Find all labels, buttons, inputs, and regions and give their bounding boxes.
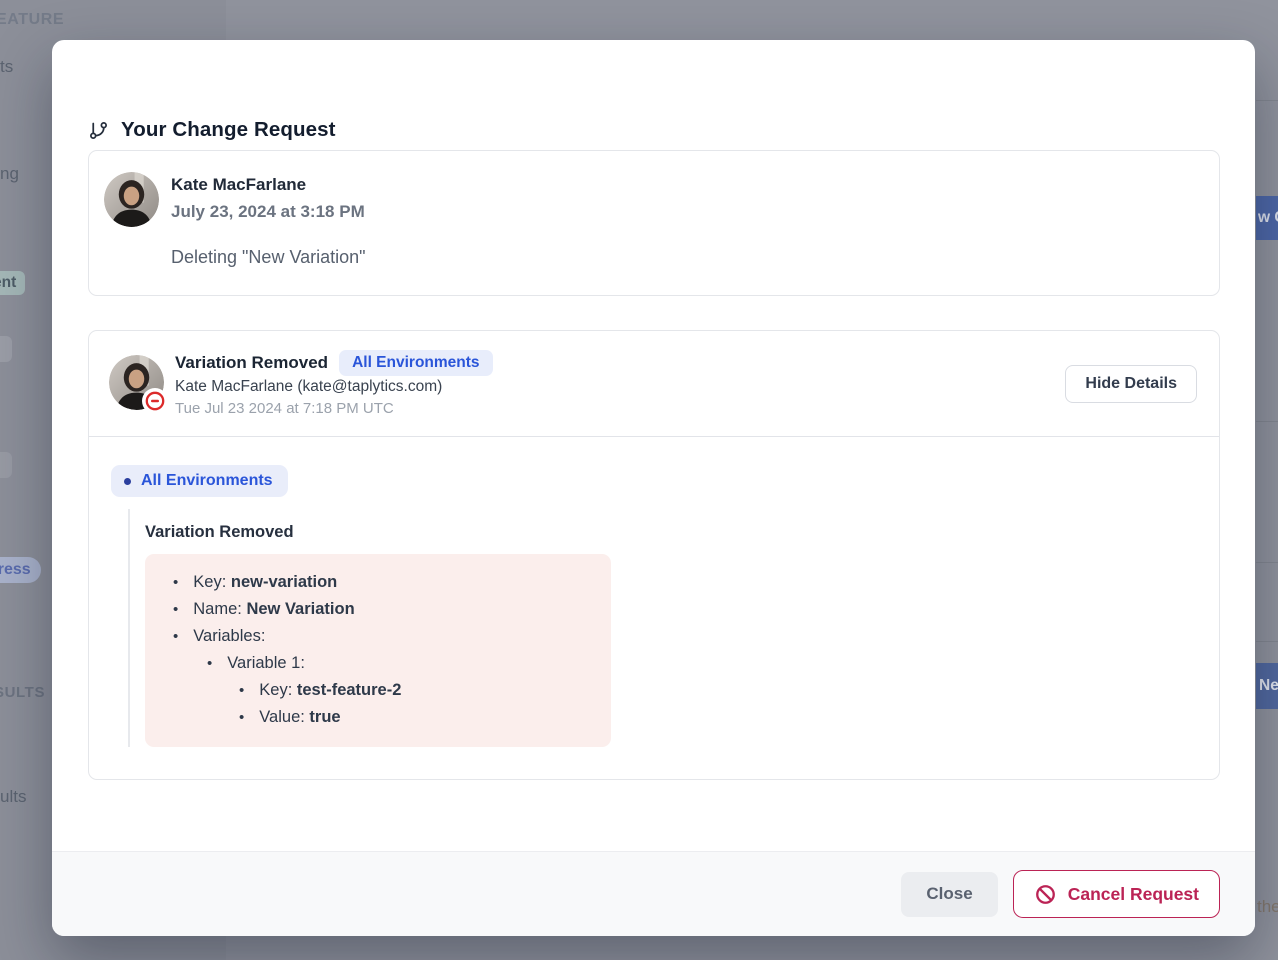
background-nav-item: ts bbox=[0, 57, 13, 77]
change-card-header: Variation Removed All Environments Kate … bbox=[89, 331, 1219, 437]
avatar-with-badge bbox=[109, 355, 164, 410]
environment-badge: All Environments bbox=[339, 350, 492, 376]
detail-list-item: •Variable 1: bbox=[157, 650, 591, 677]
change-indent-block: Variation Removed •Key: new-variation•Na… bbox=[128, 509, 611, 747]
modal-footer: Close Cancel Request bbox=[52, 851, 1255, 936]
detail-list-item: •Name: New Variation bbox=[157, 596, 591, 623]
background-results-label: SULTS bbox=[0, 684, 45, 701]
change-title: Variation Removed bbox=[175, 353, 328, 373]
hide-details-button[interactable]: Hide Details bbox=[1065, 365, 1197, 403]
background-text-fragment: the bbox=[1257, 897, 1278, 917]
git-branch-icon bbox=[88, 120, 109, 141]
request-summary-card: Kate MacFarlane July 23, 2024 at 3:18 PM… bbox=[88, 150, 1220, 296]
background-divider bbox=[1256, 641, 1278, 642]
cancel-request-button[interactable]: Cancel Request bbox=[1013, 870, 1220, 918]
detail-list: •Key: new-variation•Name: New Variation•… bbox=[157, 569, 591, 731]
detail-list-item: •Key: test-feature-2 bbox=[157, 677, 591, 704]
detail-list-item: •Value: true bbox=[157, 704, 591, 731]
change-request-modal: Your Change Request Kate MacFarlane July… bbox=[52, 40, 1255, 936]
background-new-button-fragment: Ne bbox=[1256, 663, 1278, 709]
removed-variation-diff-box: •Key: new-variation•Name: New Variation•… bbox=[145, 554, 611, 747]
change-detail-card: Variation Removed All Environments Kate … bbox=[88, 330, 1220, 780]
close-button[interactable]: Close bbox=[901, 872, 997, 917]
cancel-request-label: Cancel Request bbox=[1068, 884, 1199, 905]
user-avatar bbox=[104, 172, 159, 227]
request-message: Deleting "New Variation" bbox=[171, 247, 366, 268]
change-author: Kate MacFarlane (kate@taplytics.com) bbox=[175, 378, 442, 396]
background-section-label: EATURE bbox=[0, 11, 64, 29]
detail-list-item: •Key: new-variation bbox=[157, 569, 591, 596]
environment-pill-label: All Environments bbox=[141, 472, 273, 490]
modal-header: Your Change Request bbox=[88, 118, 336, 142]
background-divider bbox=[1256, 562, 1278, 563]
background-block bbox=[0, 336, 12, 362]
minus-circle-icon bbox=[142, 388, 168, 414]
background-new-change-button-fragment: w C bbox=[1256, 196, 1278, 240]
detail-list-item: •Variables: bbox=[157, 623, 591, 650]
background-divider bbox=[1256, 100, 1278, 101]
background-block bbox=[0, 452, 12, 478]
background-env-badge-fragment: ent bbox=[0, 271, 25, 295]
change-card-details: All Environments Variation Removed •Key:… bbox=[89, 437, 1219, 779]
change-timestamp: Tue Jul 23 2024 at 7:18 PM UTC bbox=[175, 400, 394, 417]
change-section-title: Variation Removed bbox=[145, 523, 611, 542]
modal-title: Your Change Request bbox=[121, 118, 336, 142]
request-timestamp: July 23, 2024 at 3:18 PM bbox=[171, 202, 365, 222]
background-nav-item: ng bbox=[0, 164, 19, 184]
prohibition-icon bbox=[1034, 883, 1057, 906]
background-progress-badge-fragment: gress bbox=[0, 557, 41, 583]
background-nav-item: ults bbox=[0, 787, 26, 807]
environment-pill: All Environments bbox=[111, 465, 288, 497]
request-author-name: Kate MacFarlane bbox=[171, 175, 306, 195]
environment-dot-icon bbox=[124, 478, 131, 485]
background-divider bbox=[1256, 421, 1278, 422]
